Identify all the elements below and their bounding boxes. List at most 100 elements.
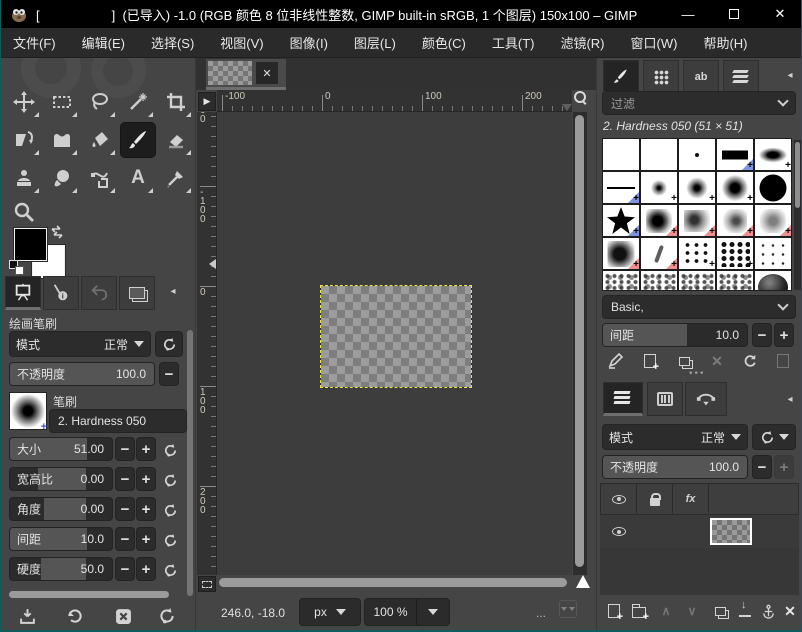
delete-layer-button[interactable]: ✕ — [779, 599, 801, 623]
tool-smudge[interactable] — [45, 161, 79, 195]
menu-colors[interactable]: 颜色(C) — [422, 33, 466, 52]
tool-paths[interactable] — [83, 161, 117, 195]
dock-resize-grip[interactable]: ••• — [689, 368, 706, 379]
hardness-reset-button[interactable] — [159, 559, 181, 581]
tab-images[interactable] — [119, 276, 155, 310]
brush-preview[interactable]: + — [9, 392, 47, 430]
tool-bucket-fill[interactable] — [83, 123, 117, 157]
tool-zoom[interactable] — [7, 195, 41, 229]
layer-mode-switch-button[interactable] — [752, 424, 796, 450]
canvas-menu-button[interactable]: ▶ — [198, 92, 216, 111]
tab-fonts[interactable]: ab — [683, 60, 719, 94]
navigation-button[interactable] — [573, 573, 593, 591]
brush-grid-scrollbar[interactable] — [794, 140, 801, 290]
image-tab-close-button[interactable]: ✕ — [256, 62, 278, 84]
image-tab[interactable]: ✕ — [206, 59, 286, 87]
layers-dock-collapse-button[interactable]: ◂ — [781, 390, 799, 408]
size-reset-button[interactable] — [159, 439, 181, 461]
brush-grid-scroll-thumb[interactable] — [795, 142, 800, 208]
spacing-decrease-button[interactable]: − — [115, 527, 135, 551]
tool-options-h-scrollbar[interactable] — [9, 591, 169, 598]
layer-opacity-decrease-button[interactable]: − — [752, 455, 772, 479]
brush-swatch[interactable]: + — [603, 238, 639, 269]
canvas-viewport[interactable] — [217, 112, 572, 575]
brush-swatch[interactable]: + — [679, 172, 715, 203]
layer-row[interactable] — [600, 515, 799, 548]
aspect-increase-button[interactable]: + — [136, 467, 156, 491]
tool-crop[interactable] — [159, 85, 193, 119]
brush-swatch[interactable]: + — [603, 172, 639, 203]
quick-mask-toggle[interactable] — [198, 576, 216, 592]
restore-tool-preset-button[interactable] — [61, 604, 89, 628]
brush-swatch[interactable] — [717, 271, 753, 291]
tool-eraser[interactable] — [159, 123, 193, 157]
tool-fuzzy-select[interactable] — [121, 85, 155, 119]
delete-tool-preset-button[interactable] — [109, 604, 137, 628]
duplicate-layer-button[interactable] — [709, 599, 731, 623]
tab-tool-options[interactable] — [5, 276, 41, 310]
foreground-color-swatch[interactable] — [14, 228, 47, 261]
layer-visibility-toggle[interactable] — [612, 527, 626, 536]
angle-increase-button[interactable]: + — [136, 497, 156, 521]
save-tool-preset-button[interactable] — [13, 604, 41, 628]
aspect-decrease-button[interactable]: − — [115, 467, 135, 491]
angle-decrease-button[interactable]: − — [115, 497, 135, 521]
brush-spacing-decrease-button[interactable]: − — [752, 323, 772, 347]
hardness-slider[interactable]: 硬度 50.0 — [9, 557, 113, 581]
new-brush-button[interactable] — [638, 350, 662, 372]
layer-opacity-slider[interactable]: 不透明度 100.0 — [602, 455, 748, 479]
brush-swatch[interactable]: + — [641, 205, 677, 236]
tab-paths[interactable] — [685, 382, 727, 416]
spacing-increase-button[interactable]: + — [136, 527, 156, 551]
menu-edit[interactable]: 编辑(E) — [82, 33, 125, 52]
tab-gradients[interactable] — [723, 60, 759, 94]
visibility-header-cell[interactable] — [601, 484, 637, 514]
brush-swatch[interactable]: + — [603, 205, 639, 236]
size-slider[interactable]: 大小 51.00 — [9, 437, 113, 461]
opacity-slider[interactable]: 不透明度 100.0 — [9, 362, 155, 386]
tab-patterns[interactable] — [643, 60, 679, 94]
lock-pixels-cell[interactable] — [637, 484, 673, 514]
merge-down-button[interactable] — [734, 599, 756, 623]
minimize-button[interactable]: — — [665, 0, 711, 28]
brush-swatch[interactable]: + — [717, 139, 753, 170]
hardness-increase-button[interactable]: + — [136, 557, 156, 581]
brush-swatch[interactable] — [755, 238, 791, 269]
mode-reset-button[interactable] — [155, 331, 183, 357]
brush-group-select[interactable]: Basic, — [602, 295, 796, 319]
open-brush-as-image-button[interactable] — [771, 350, 795, 372]
menu-filters[interactable]: 滤镜(R) — [560, 33, 604, 52]
anchor-layer-button[interactable] — [757, 599, 779, 623]
menu-view[interactable]: 视图(V) — [220, 33, 263, 52]
reset-tool-options-button[interactable] — [153, 604, 181, 628]
brush-swatch[interactable]: + — [717, 205, 753, 236]
brushes-dock-collapse-button[interactable]: ◂ — [781, 66, 799, 84]
unit-select[interactable]: px — [299, 598, 361, 626]
edit-brush-button[interactable] — [604, 350, 628, 372]
layer-thumbnail[interactable] — [710, 518, 752, 545]
tab-brushes[interactable] — [603, 60, 639, 94]
brush-swatch[interactable] — [755, 271, 791, 291]
brush-swatch[interactable]: + — [755, 139, 791, 170]
tool-options-v-scrollbar[interactable] — [187, 330, 193, 596]
tab-undo-history[interactable] — [81, 276, 117, 310]
brush-swatch[interactable]: + — [755, 205, 791, 236]
paint-mode-select[interactable]: 模式 正常 — [9, 331, 151, 357]
menu-select[interactable]: 选择(S) — [151, 33, 194, 52]
layer-opacity-increase-button[interactable]: + — [774, 455, 794, 479]
tool-rectangle-select[interactable] — [45, 85, 79, 119]
title-bar[interactable]: [] (已导入) -1.0 (RGB 颜色 8 位非线性整数, GIMP bui… — [1, 0, 802, 28]
aspect-reset-button[interactable] — [159, 469, 181, 491]
hardness-decrease-button[interactable]: − — [115, 557, 135, 581]
brush-name-field[interactable]: 2. Hardness 050 — [49, 409, 187, 433]
spacing-reset-button[interactable] — [159, 529, 181, 551]
delete-brush-button[interactable]: ✕ — [705, 350, 729, 372]
layer-mode-select[interactable]: 模式 正常 — [602, 424, 748, 450]
brush-swatch[interactable]: + — [679, 238, 715, 269]
raise-layer-button[interactable]: ∧ — [655, 599, 677, 623]
brush-swatch[interactable] — [641, 139, 677, 170]
lower-layer-button[interactable]: ∨ — [681, 599, 703, 623]
brush-spacing-increase-button[interactable]: + — [774, 323, 794, 347]
menu-tools[interactable]: 工具(T) — [492, 33, 535, 52]
h-scrollbar-thumb[interactable] — [219, 578, 567, 587]
